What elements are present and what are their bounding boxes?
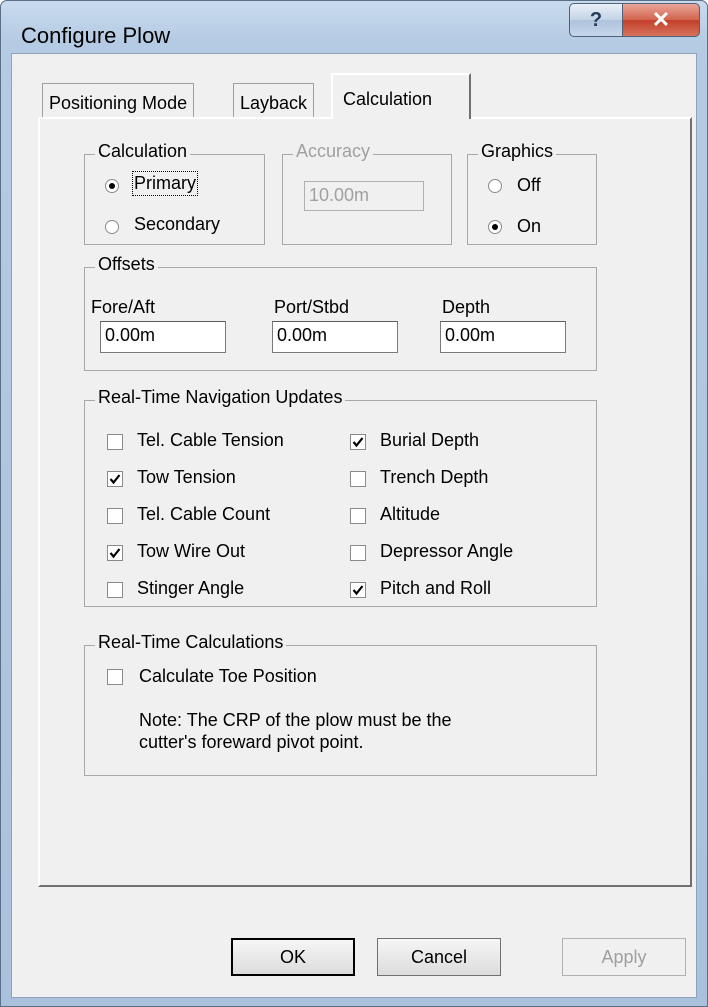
calculations-group-legend: Real-Time Calculations <box>95 632 287 653</box>
tel-cable-tension-checkbox[interactable] <box>107 434 123 450</box>
tel-cable-tension-label[interactable]: Tel. Cable Tension <box>137 430 284 451</box>
graphics-group-legend: Graphics <box>478 141 557 162</box>
tel-cable-count-checkbox[interactable] <box>107 508 123 524</box>
tab-positioning-mode[interactable]: Positioning Mode <box>42 83 195 117</box>
help-button[interactable]: ? <box>569 3 623 37</box>
cancel-button-label: Cancel <box>410 946 468 967</box>
tow-tension-label[interactable]: Tow Tension <box>137 467 236 488</box>
depressor-angle-checkbox[interactable] <box>350 545 366 561</box>
secondary-radio[interactable] <box>105 220 119 234</box>
calculation-group-legend: Calculation <box>95 141 191 162</box>
radio-selected-dot <box>109 183 115 189</box>
tel-cable-count-label[interactable]: Tel. Cable Count <box>137 504 270 525</box>
graphics-off-label[interactable]: Off <box>517 175 541 196</box>
apply-button: Apply <box>562 938 686 976</box>
ok-button-label: OK <box>279 946 306 967</box>
navigation-updates-group-legend: Real-Time Navigation Updates <box>95 387 346 408</box>
graphics-on-radio[interactable] <box>488 220 502 234</box>
primary-radio[interactable] <box>105 179 119 193</box>
configure-plow-dialog: Configure Plow ? ✕ Positioning Mode Layb… <box>0 0 708 1007</box>
apply-button-label: Apply <box>601 946 647 967</box>
close-button[interactable]: ✕ <box>622 3 700 37</box>
help-icon: ? <box>589 8 603 31</box>
pitch-and-roll-label[interactable]: Pitch and Roll <box>380 578 491 599</box>
note-line-2: cutter's foreward pivot point. <box>139 732 364 752</box>
close-icon: ✕ <box>651 7 671 32</box>
tab-calculation[interactable]: Calculation <box>331 73 471 119</box>
graphics-off-radio[interactable] <box>488 179 502 193</box>
note-line-1: Note: The CRP of the plow must be the <box>139 710 452 730</box>
calculate-toe-position-checkbox[interactable] <box>107 669 123 685</box>
graphics-on-label[interactable]: On <box>517 216 541 237</box>
tab-layback-label: Layback <box>240 93 308 113</box>
trench-depth-checkbox[interactable] <box>350 471 366 487</box>
tow-wire-out-label[interactable]: Tow Wire Out <box>137 541 245 562</box>
burial-depth-checkbox[interactable] <box>350 434 366 450</box>
secondary-radio-label[interactable]: Secondary <box>134 214 220 235</box>
depth-field[interactable]: 0.00m <box>440 321 566 353</box>
cancel-button[interactable]: Cancel <box>377 938 501 976</box>
port-stbd-label: Port/Stbd <box>274 297 350 317</box>
depressor-angle-label[interactable]: Depressor Angle <box>380 541 513 562</box>
burial-depth-label[interactable]: Burial Depth <box>380 430 479 451</box>
tow-tension-checkbox[interactable] <box>107 471 123 487</box>
ok-button[interactable]: OK <box>231 938 355 976</box>
pitch-and-roll-checkbox[interactable] <box>350 582 366 598</box>
depth-label: Depth <box>442 297 491 317</box>
tab-positioning-mode-label: Positioning Mode <box>49 93 188 113</box>
radio-selected-dot <box>492 224 498 230</box>
tow-wire-out-checkbox[interactable] <box>107 545 123 561</box>
stinger-angle-checkbox[interactable] <box>107 582 123 598</box>
calculate-toe-position-label[interactable]: Calculate Toe Position <box>139 666 317 687</box>
port-stbd-field[interactable]: 0.00m <box>272 321 398 353</box>
tab-layback[interactable]: Layback <box>233 83 315 117</box>
accuracy-group-legend: Accuracy <box>293 141 374 162</box>
tab-calculation-label: Calculation <box>343 89 433 109</box>
fore-aft-field[interactable]: 0.00m <box>100 321 226 353</box>
offsets-group-legend: Offsets <box>95 254 158 275</box>
window-title: Configure Plow <box>21 23 171 48</box>
stinger-angle-label[interactable]: Stinger Angle <box>137 578 244 599</box>
primary-radio-label[interactable]: Primary <box>132 171 198 196</box>
altitude-checkbox[interactable] <box>350 508 366 524</box>
offsets-group: Offsets <box>84 254 597 371</box>
trench-depth-label[interactable]: Trench Depth <box>380 467 488 488</box>
altitude-label[interactable]: Altitude <box>380 504 440 525</box>
fore-aft-label: Fore/Aft <box>91 297 156 317</box>
accuracy-field: 10.00m <box>304 181 424 211</box>
